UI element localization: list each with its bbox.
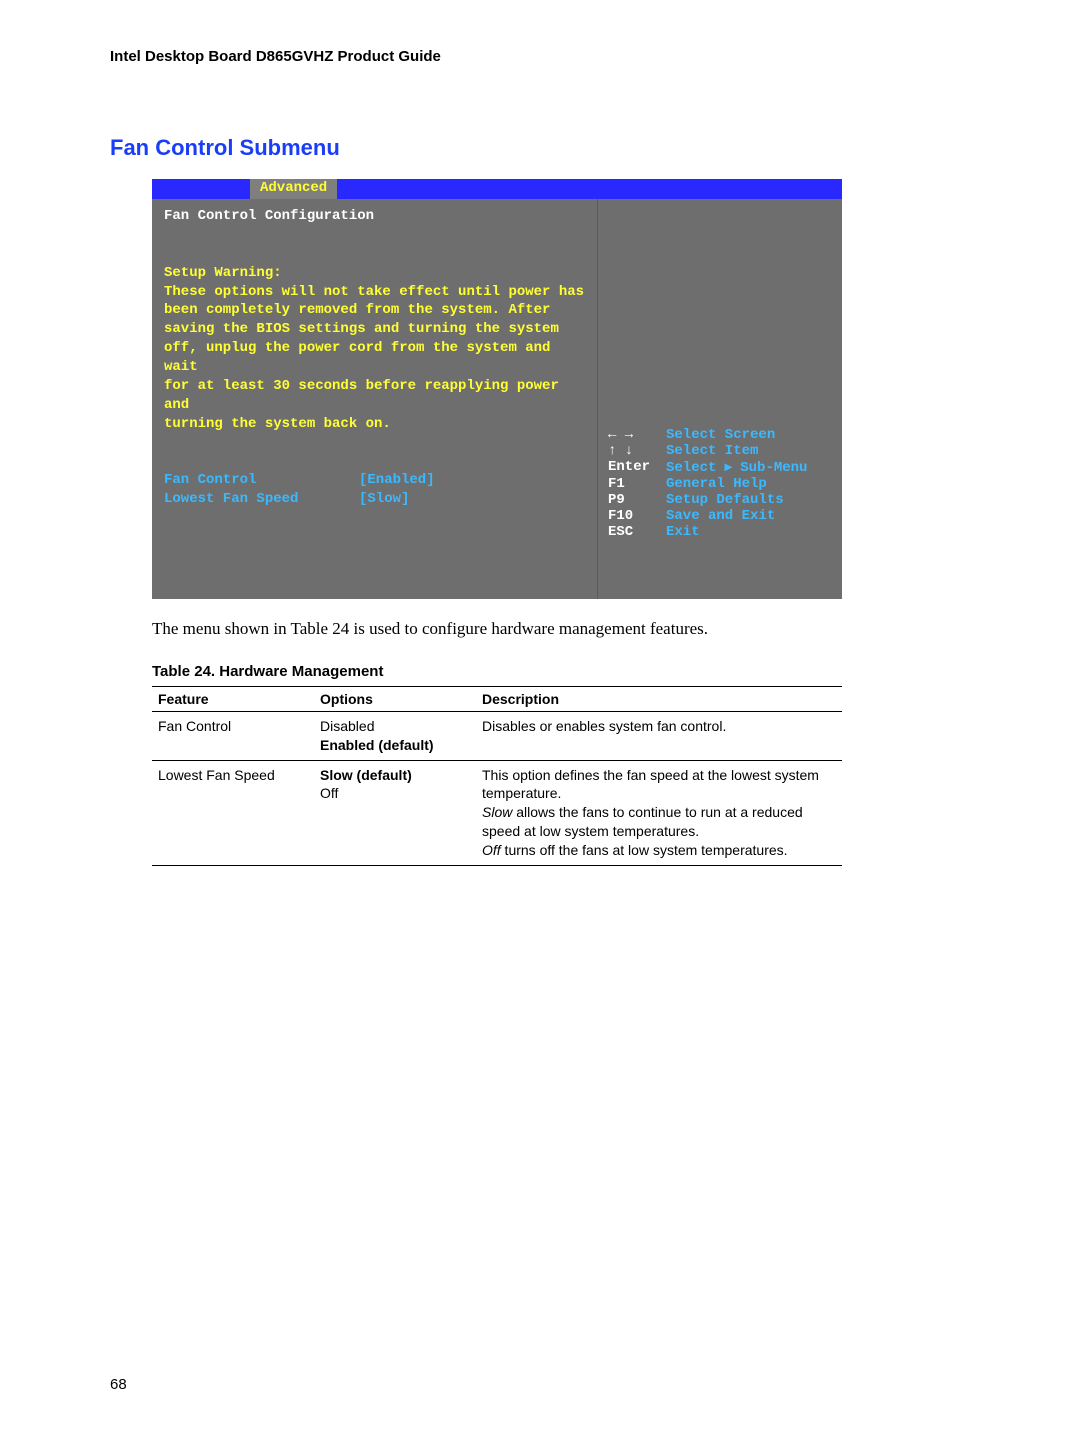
arrow-left-right-icon: ← → <box>608 427 666 443</box>
bios-nav-text: Save and Exit <box>666 508 775 524</box>
table-cell-feature: Fan Control <box>152 711 314 760</box>
table-cell-description: Disables or enables system fan control. <box>476 711 842 760</box>
table-row: Lowest Fan Speed Slow (default) Off This… <box>152 760 842 865</box>
desc-italic: Slow <box>482 804 512 820</box>
table-cell-options: Disabled Enabled (default) <box>314 711 476 760</box>
table-header-description: Description <box>476 686 842 711</box>
bios-subtitle: Fan Control Configuration <box>164 207 587 226</box>
table-header-feature: Feature <box>152 686 314 711</box>
bios-setting-label: Fan Control <box>164 471 359 490</box>
bios-nav-row: ↑ ↓ Select Item <box>608 443 832 459</box>
bios-setting-row: Lowest Fan Speed [Slow] <box>164 490 587 509</box>
bios-nav-text: Select ▸ Sub-Menu <box>666 459 807 476</box>
table-cell-options: Slow (default) Off <box>314 760 476 865</box>
bios-nav-row: Enter Select ▸ Sub-Menu <box>608 459 832 476</box>
page-number: 68 <box>110 1376 970 1393</box>
bios-nav-row: ← → Select Screen <box>608 427 832 443</box>
table-title: Table 24. Hardware Management <box>152 663 970 680</box>
bios-nav-row: ESC Exit <box>608 524 832 540</box>
bios-warning-line: turning the system back on. <box>164 415 587 434</box>
bios-nav-row: P9 Setup Defaults <box>608 492 832 508</box>
option-default: Slow (default) <box>320 767 412 783</box>
bios-nav-text: Setup Defaults <box>666 492 784 508</box>
arrow-up-down-icon: ↑ ↓ <box>608 443 666 459</box>
hardware-management-table: Feature Options Description Fan Control … <box>152 686 842 866</box>
bios-warning-line: been completely removed from the system.… <box>164 301 587 320</box>
table-row: Fan Control Disabled Enabled (default) D… <box>152 711 842 760</box>
bios-nav-row: F10 Save and Exit <box>608 508 832 524</box>
bios-nav-row: F1 General Help <box>608 476 832 492</box>
bios-tab-advanced: Advanced <box>250 179 337 199</box>
bios-warning-line: saving the BIOS settings and turning the… <box>164 320 587 339</box>
bios-warning-line: for at least 30 seconds before reapplyin… <box>164 377 587 415</box>
bios-warning-label: Setup Warning: <box>164 264 587 283</box>
desc-text: This option defines the fan speed at the… <box>482 767 819 802</box>
table-cell-feature: Lowest Fan Speed <box>152 760 314 865</box>
section-title: Fan Control Submenu <box>110 135 970 161</box>
bios-warning-line: off, unplug the power cord from the syst… <box>164 339 587 377</box>
option-plain: Disabled <box>320 718 374 734</box>
document-header: Intel Desktop Board D865GVHZ Product Gui… <box>110 48 970 65</box>
bios-nav-text: Select Item <box>666 443 758 459</box>
bios-nav-text: General Help <box>666 476 767 492</box>
desc-text: turns off the fans at low system tempera… <box>501 842 788 858</box>
bios-setting-row: Fan Control [Enabled] <box>164 471 587 490</box>
bios-nav-key: Enter <box>608 459 666 476</box>
bios-nav-key: F10 <box>608 508 666 524</box>
table-header-options: Options <box>314 686 476 711</box>
bios-nav-key: F1 <box>608 476 666 492</box>
bios-screenshot: Advanced Fan Control Configuration Setup… <box>152 179 842 599</box>
figure-caption: The menu shown in Table 24 is used to co… <box>152 619 970 639</box>
desc-italic: Off <box>482 842 501 858</box>
table-cell-description: This option defines the fan speed at the… <box>476 760 842 865</box>
bios-setting-value: [Enabled] <box>359 471 435 490</box>
bios-warning-line: These options will not take effect until… <box>164 283 587 302</box>
bios-left-panel: Fan Control Configuration Setup Warning:… <box>152 199 597 599</box>
bios-right-panel: ← → Select Screen ↑ ↓ Select Item Enter … <box>597 199 842 599</box>
bios-nav-text: Select Screen <box>666 427 775 443</box>
option-plain: Off <box>320 785 338 801</box>
option-default: Enabled (default) <box>320 737 434 753</box>
bios-nav-key: P9 <box>608 492 666 508</box>
bios-setting-label: Lowest Fan Speed <box>164 490 359 509</box>
desc-text: allows the fans to continue to run at a … <box>482 804 803 839</box>
bios-nav-key: ESC <box>608 524 666 540</box>
bios-setting-value: [Slow] <box>359 490 409 509</box>
bios-nav-text: Exit <box>666 524 700 540</box>
bios-menubar: Advanced <box>152 179 842 199</box>
